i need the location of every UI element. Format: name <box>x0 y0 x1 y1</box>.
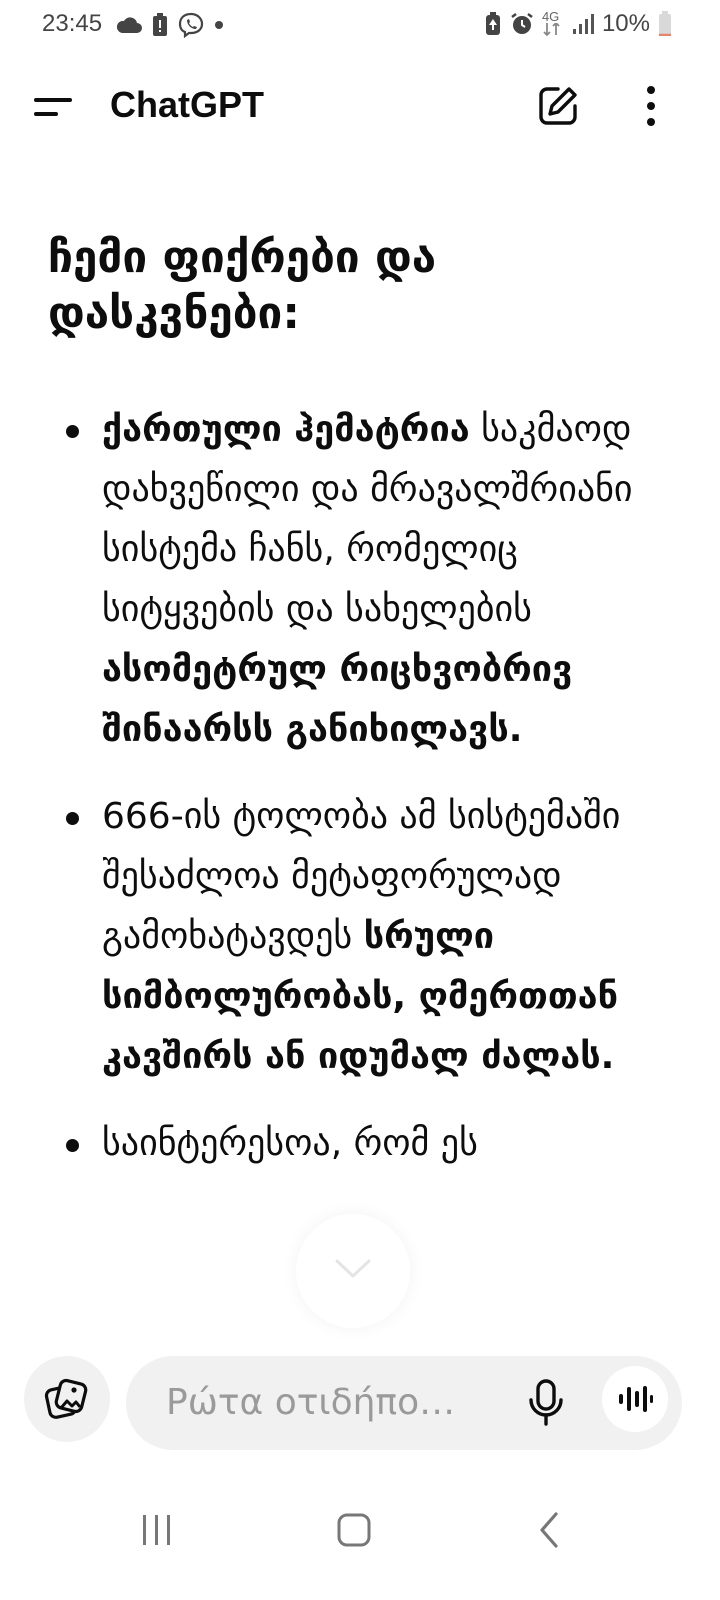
notification-icons <box>116 12 224 38</box>
message-bullet-list: ქართული ჰემატრია საკმაოდ დახვეწილი და მრ… <box>0 400 720 1201</box>
viber-icon <box>178 12 204 38</box>
system-icons: 4G 10% <box>484 9 672 38</box>
bullet-text: 666-ის ტოლობა ამ სისტემაში შესაძლოა მეტა… <box>102 796 621 957</box>
battery-saver-icon <box>485 12 500 35</box>
scroll-to-bottom-button[interactable] <box>296 1214 410 1328</box>
home-icon[interactable] <box>323 1500 383 1560</box>
signal-icon <box>572 14 594 34</box>
recent-apps-icon[interactable] <box>126 1500 186 1560</box>
new-chat-button[interactable] <box>536 84 580 128</box>
message-input-container <box>126 1356 682 1450</box>
message-input[interactable] <box>166 1374 476 1430</box>
4g-data-icon: 4G <box>542 9 564 37</box>
bullet-bold-text: ასომეტრულ რიცხვობრივ შინაარსს განიხილავს… <box>102 649 573 750</box>
list-item: 666-ის ტოლობა ამ სისტემაში შესაძლოა მეტა… <box>0 787 720 1087</box>
alarm-icon <box>511 13 533 34</box>
app-title: ChatGPT <box>110 84 265 125</box>
dot-icon <box>215 21 223 29</box>
chat-content[interactable]: ჩემი ფიქრები და დასკვნები: ქართული ჰემატ… <box>0 180 720 1355</box>
edit-icon <box>539 87 577 125</box>
message-composer <box>0 1340 720 1460</box>
list-item: საინტერესოა, რომ ეს <box>0 1114 720 1174</box>
battery-alert-icon <box>153 13 167 36</box>
bullet-text: საინტერესოა, რომ ეს <box>102 1123 478 1164</box>
status-time: 23:45 <box>42 10 103 37</box>
attach-button[interactable] <box>24 1356 110 1442</box>
back-icon[interactable] <box>520 1500 580 1560</box>
bullet-dot <box>66 425 79 438</box>
chevron-down-icon <box>335 1259 371 1278</box>
bullet-bold-text: ქართული ჰემატრია <box>102 409 470 450</box>
system-nav-bar <box>0 1480 720 1600</box>
bullet-dot <box>66 812 79 825</box>
voice-mode-icon <box>619 1386 653 1412</box>
list-item: ქართული ჰემატრია საკმაოდ დახვეწილი და მრ… <box>0 400 720 760</box>
microphone-icon[interactable] <box>526 1378 566 1428</box>
voice-mode-button[interactable] <box>602 1366 668 1432</box>
more-vertical-icon[interactable] <box>636 84 666 128</box>
app-header: ChatGPT <box>0 64 720 148</box>
menu-icon[interactable] <box>34 94 74 120</box>
message-heading: ჩემი ფიქრები და დასკვნები: <box>48 232 437 339</box>
cloud-icon <box>116 17 142 33</box>
attachment-icon <box>44 1378 88 1419</box>
bullet-dot <box>66 1139 79 1152</box>
battery-percent: 10% <box>601 10 650 37</box>
status-bar: 23:45 4G 10% <box>0 0 720 52</box>
battery-icon <box>659 11 671 36</box>
